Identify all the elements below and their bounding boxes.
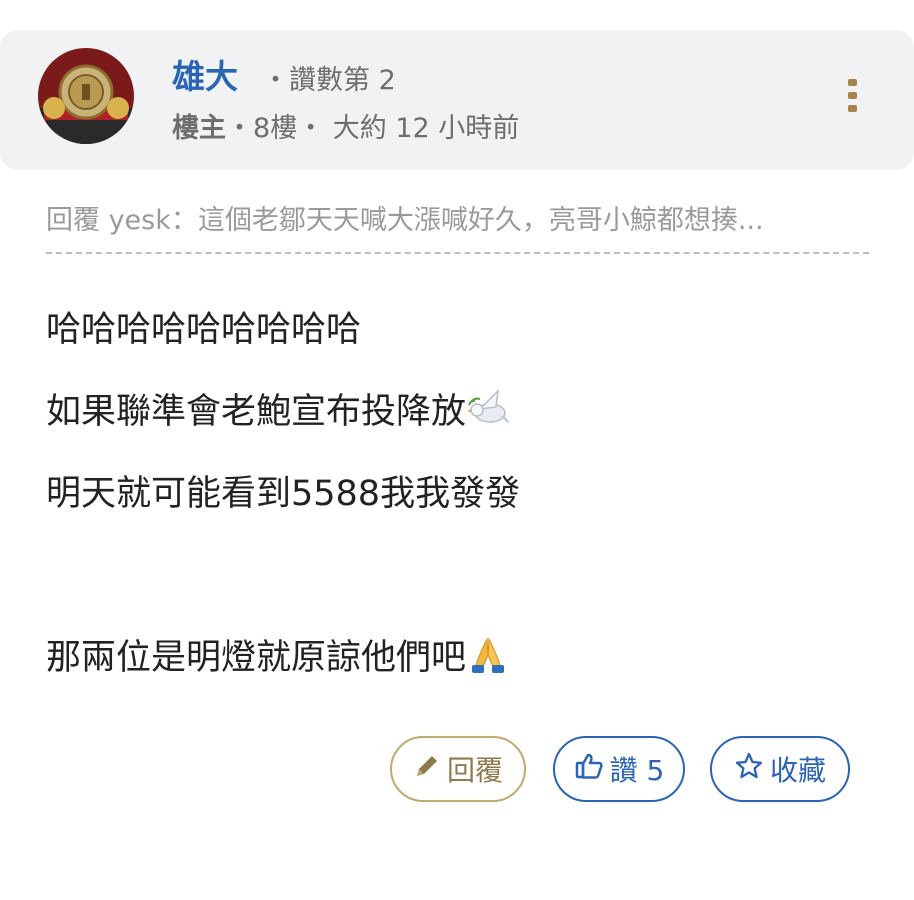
post-body: 哈哈哈哈哈哈哈哈哈 如果聯準會老鮑宣布投降放 明天就可能看到5588我我發發 那…: [46, 305, 520, 715]
like-button[interactable]: 讚 5: [553, 736, 685, 802]
body-line: 哈哈哈哈哈哈哈哈哈: [46, 310, 362, 350]
like-rank: ・讚數第 2: [262, 65, 396, 96]
reply-quote[interactable]: 回覆 yesk：這個老鄒天天喊大漲喊好久，亮哥小鯨都想揍...: [46, 198, 869, 254]
body-line: 如果聯準會老鮑宣布投降放: [46, 392, 467, 432]
body-line: 明天就可能看到5588我我發發: [46, 474, 521, 514]
thumbs-up-icon: [574, 751, 610, 788]
post-header: 雄大 ・讚數第 2 樓主・8樓・ 大約 12 小時前: [0, 30, 914, 170]
more-options-icon[interactable]: [840, 76, 866, 116]
favorite-label: 收藏: [769, 754, 826, 787]
body-line-with-emoji: 那兩位是明燈就原諒他們吧: [46, 633, 520, 715]
post-time: 大約 12 小時前: [332, 113, 520, 144]
favorite-button[interactable]: 收藏: [710, 736, 850, 802]
pencil-icon: [413, 752, 447, 787]
reply-button[interactable]: 回覆: [390, 736, 526, 802]
body-line: 那兩位是明燈就原諒他們吧: [46, 638, 467, 678]
author-name[interactable]: 雄大: [172, 50, 238, 98]
body-blank-line: [46, 551, 520, 633]
body-line-with-emoji: 如果聯準會老鮑宣布投降放: [46, 387, 520, 469]
avatar[interactable]: [38, 48, 134, 144]
op-label: 樓主: [172, 113, 226, 144]
star-icon: [734, 751, 770, 788]
like-label: 讚 5: [609, 754, 665, 787]
reply-label: 回覆: [446, 754, 503, 787]
folded-hands-icon: [468, 635, 508, 689]
post-meta: 樓主・8樓・ 大約 12 小時前: [172, 106, 519, 145]
floor-number: ・8樓・: [226, 113, 325, 144]
dove-icon: [467, 388, 510, 443]
